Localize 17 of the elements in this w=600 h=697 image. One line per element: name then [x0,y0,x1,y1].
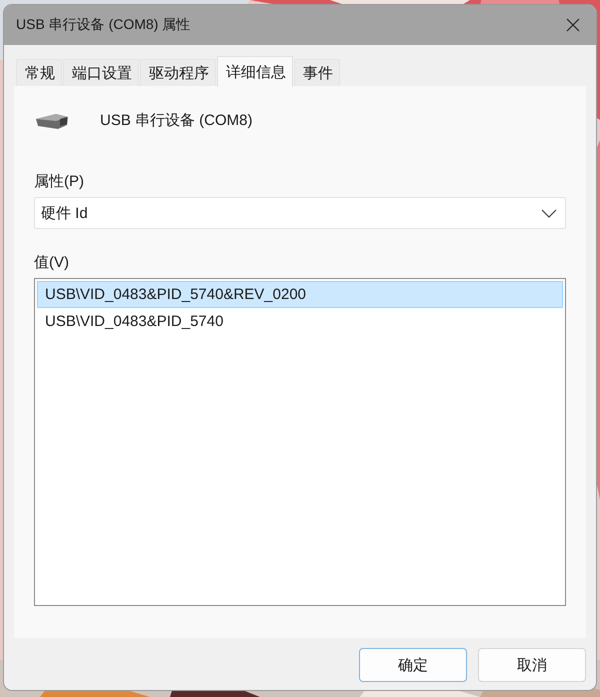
value-label: 值(V) [34,253,70,272]
property-dropdown[interactable]: 硬件 Id [34,197,566,229]
value-item[interactable]: USB\VID_0483&PID_5740&REV_0200 [37,281,563,308]
tab[interactable]: 端口设置 [63,59,139,86]
ok-button[interactable]: 确定 [359,648,467,682]
window-title: USB 串行设备 (COM8) 属性 [16,16,190,34]
tab[interactable]: 常规 [16,59,62,86]
value-list[interactable]: USB\VID_0483&PID_5740&REV_0200 USB\VID_0483&PID_5740 [34,278,566,606]
chevron-down-icon[interactable] [541,208,557,218]
close-icon[interactable] [566,18,580,32]
tab[interactable]: 驱动程序 [140,59,216,86]
property-label: 属性(P) [34,172,85,191]
tab[interactable]: 事件 [294,59,340,86]
tab[interactable]: 详细信息 [217,56,293,87]
cancel-button[interactable]: 取消 [478,648,586,682]
device-name: USB 串行设备 (COM8) [100,110,253,130]
value-item[interactable]: USB\VID_0483&PID_5740 [37,308,563,335]
